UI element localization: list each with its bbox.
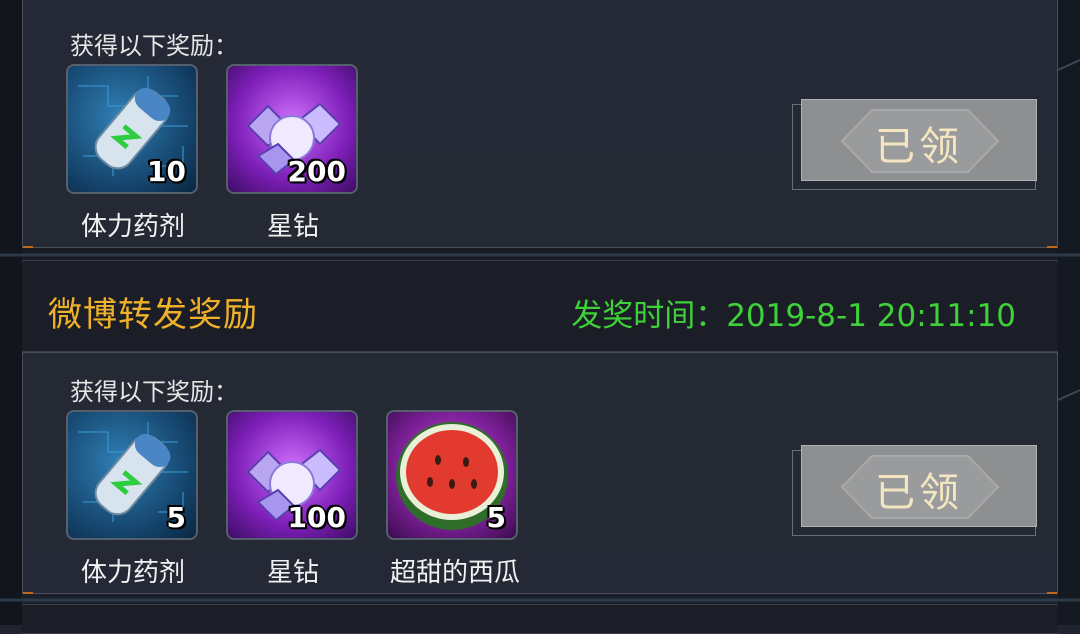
item-name: 星钻 bbox=[266, 558, 319, 588]
reward-title: 微博转发奖励 bbox=[48, 295, 258, 335]
reward-header-2: 微博转发奖励 发奖时间：2019-8-1 20:11:10 bbox=[22, 260, 1058, 352]
star-diamond-icon: 100 bbox=[226, 410, 358, 540]
item-name: 体力药剂 bbox=[80, 558, 185, 588]
stamina-potion-icon: 5 bbox=[66, 410, 198, 540]
item-name: 体力药剂 bbox=[80, 212, 185, 242]
item-name: 超甜的西瓜 bbox=[389, 558, 520, 588]
star-diamond-icon: 200 bbox=[226, 64, 358, 194]
item-count: 10 bbox=[147, 155, 186, 188]
reward-label-2: 获得以下奖励： bbox=[70, 378, 238, 406]
item-count: 5 bbox=[166, 501, 186, 534]
reward-label-1: 获得以下奖励： bbox=[70, 32, 238, 60]
claimed-button-face: 已领 bbox=[801, 99, 1037, 181]
item-count: 5 bbox=[486, 501, 506, 534]
item-count: 100 bbox=[287, 501, 346, 534]
reward-time: 发奖时间：2019-8-1 20:11:10 bbox=[571, 298, 1016, 334]
claimed-button-1[interactable]: 已领 bbox=[792, 99, 1037, 190]
claim-label: 已领 bbox=[875, 470, 963, 516]
watermelon-icon: 5 bbox=[386, 410, 518, 540]
claimed-button-2[interactable]: 已领 bbox=[792, 445, 1037, 536]
claim-label: 已领 bbox=[875, 124, 963, 170]
claimed-button-face: 已领 bbox=[801, 445, 1037, 527]
item-name: 星钻 bbox=[266, 212, 319, 242]
item-count: 200 bbox=[287, 155, 346, 188]
reward-header-3 bbox=[22, 604, 1058, 634]
stamina-potion-icon: 10 bbox=[66, 64, 198, 194]
